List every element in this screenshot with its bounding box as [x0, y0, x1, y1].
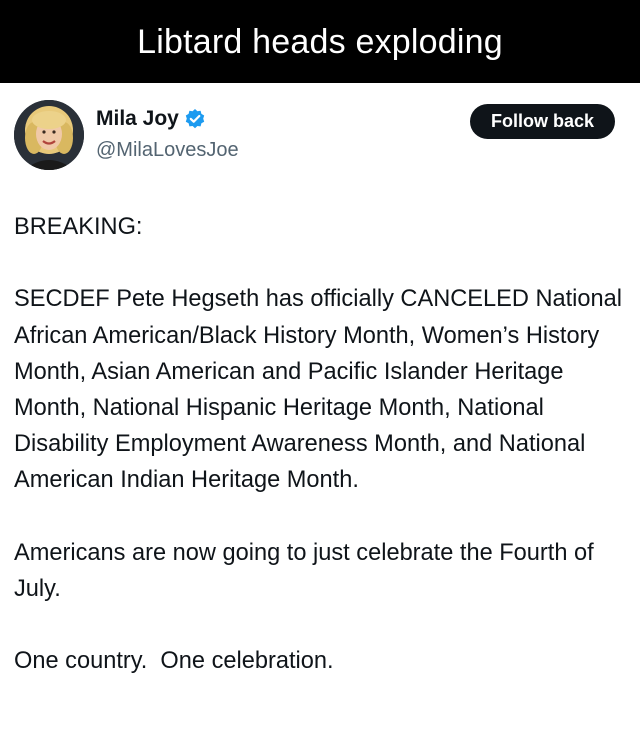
post-paragraph-closing: One country. One celebration. [14, 648, 334, 675]
post-paragraph-breaking: BREAKING: [14, 214, 143, 240]
meme-caption-text: Libtard heads exploding [137, 22, 503, 61]
avatar[interactable] [14, 100, 84, 170]
author-display-name[interactable]: Mila Joy [96, 107, 179, 131]
follow-back-button[interactable]: Follow back [470, 104, 615, 139]
author-name-row: Mila Joy [96, 107, 206, 131]
post-paragraph-celebrate: Americans are now going to just celebrat… [14, 539, 594, 602]
post-paragraph-main: SECDEF Pete Hegseth has officially CANCE… [14, 286, 623, 494]
profile-photo-icon [14, 100, 84, 170]
author-handle[interactable]: @MilaLovesJoe [96, 139, 239, 162]
post-card: Mila Joy @MilaLovesJoe Follow back BREAK… [0, 83, 640, 743]
meme-caption-bar: Libtard heads exploding [0, 0, 640, 83]
post-text: BREAKING: SECDEF Pete Hegseth has offici… [14, 209, 626, 680]
verified-badge-icon [184, 108, 206, 130]
